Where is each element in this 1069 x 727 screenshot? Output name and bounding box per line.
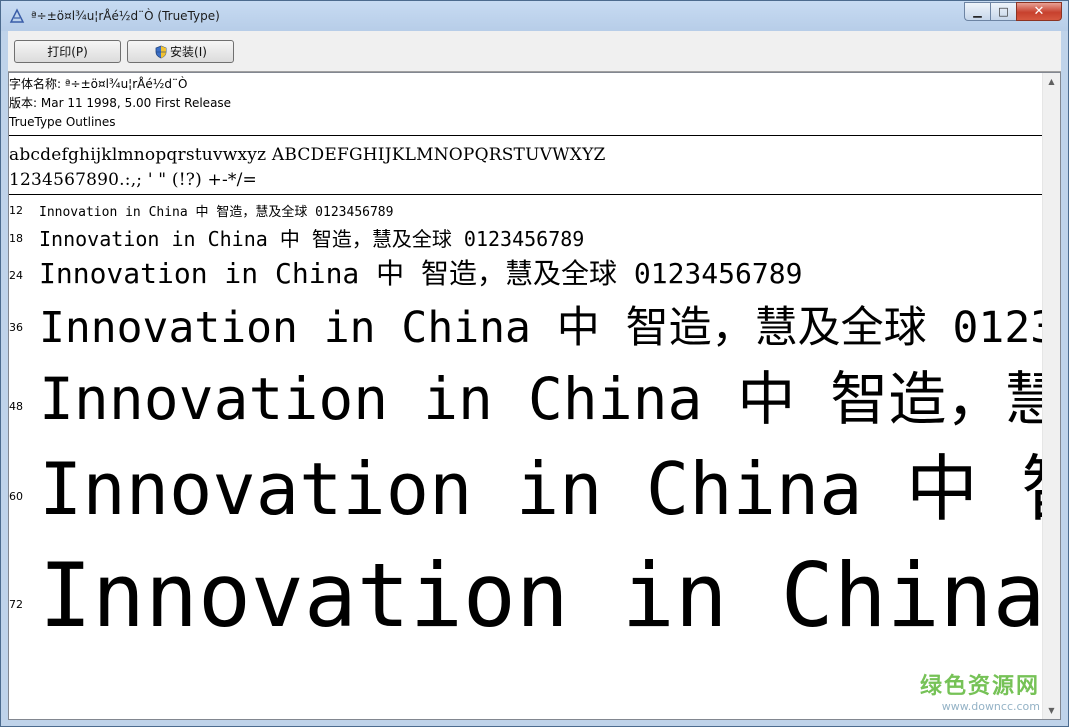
separator-line: [9, 135, 1043, 136]
watermark-url: www.downcc.com: [941, 700, 1040, 713]
character-set-preview: abcdefghijklmnopqrstuvwxyz ABCDEFGHIJKLM…: [9, 143, 606, 193]
size-label: 24: [9, 269, 23, 282]
window-controls: ▁ □ ✕: [964, 2, 1062, 21]
sample-text: Innovation in China 中 智造，慧及全球 0123456789: [39, 205, 394, 220]
font-name-line: 字体名称: ª÷±ö¤l¾u¦rÅé½d¨Ò: [9, 77, 188, 91]
sample-text: Innovation in China 中 智造，慧及全球 0123456789: [39, 365, 1043, 433]
scroll-up-icon[interactable]: ▲: [1043, 73, 1060, 90]
sample-text: Innovation in China 中 智造，慧及全球 0123456789: [39, 227, 585, 251]
size-label: 18: [9, 232, 23, 245]
charset-letters: abcdefghijklmnopqrstuvwxyz ABCDEFGHIJKLM…: [9, 145, 606, 165]
window-title: ª÷±ö¤l¾u¦rÅé½d¨Ò (TrueType): [31, 9, 220, 23]
size-label: 60: [9, 490, 23, 503]
sample-text: Innovation in China 中 智造，慧及全球 0123456789: [39, 257, 803, 290]
watermark-logo-text: 绿色资源网: [919, 674, 1040, 699]
scroll-down-icon[interactable]: ▼: [1043, 702, 1060, 719]
font-info: 字体名称: ª÷±ö¤l¾u¦rÅé½d¨Ò 版本: Mar 11 1998, …: [9, 75, 231, 132]
size-samples: 12 Innovation in China 中 智造，慧及全球 0123456…: [9, 195, 1043, 719]
size-label: 12: [9, 204, 23, 217]
charset-digits-symbols: 1234567890.:,; ' " (!?) +-*/=: [9, 170, 258, 190]
font-version-line: 版本: Mar 11 1998, 5.00 First Release: [9, 96, 232, 110]
sample-text: Innovation in China 中 智造，慧及全球 0123456789: [39, 544, 1043, 647]
install-button-label: 安装(I): [170, 45, 207, 59]
toolbar: 打印(P) 安装(I): [8, 31, 1061, 72]
site-watermark: 绿色资源网 www.downcc.com: [920, 668, 1040, 713]
font-viewer-window: ª÷±ö¤l¾u¦rÅé½d¨Ò (TrueType) ▁ □ ✕ 打印(P): [0, 0, 1069, 727]
maximize-button[interactable]: □: [990, 2, 1016, 21]
print-button[interactable]: 打印(P): [14, 40, 121, 63]
font-app-icon: [9, 8, 25, 24]
minimize-icon: ▁: [973, 5, 982, 18]
vertical-scrollbar[interactable]: ▲ ▼: [1042, 73, 1060, 719]
sample-text: Innovation in China 中 智造，慧及全球 0123456789: [39, 303, 1043, 353]
font-outline-line: TrueType Outlines: [9, 115, 116, 129]
print-button-label: 打印(P): [47, 45, 88, 59]
uac-shield-icon: [154, 45, 168, 59]
install-button[interactable]: 安装(I): [127, 40, 234, 63]
size-label: 36: [9, 321, 23, 334]
close-icon: ✕: [1033, 4, 1045, 19]
size-label: 72: [9, 598, 23, 611]
minimize-button[interactable]: ▁: [964, 2, 990, 21]
sample-text: Innovation in China 中 智造，慧及全球 0123456789: [39, 447, 1043, 531]
title-bar[interactable]: ª÷±ö¤l¾u¦rÅé½d¨Ò (TrueType) ▁ □ ✕: [1, 1, 1068, 31]
maximize-icon: □: [998, 5, 1009, 18]
close-button[interactable]: ✕: [1016, 2, 1062, 21]
font-preview-pane[interactable]: 字体名称: ª÷±ö¤l¾u¦rÅé½d¨Ò 版本: Mar 11 1998, …: [8, 72, 1061, 720]
size-label: 48: [9, 400, 23, 413]
